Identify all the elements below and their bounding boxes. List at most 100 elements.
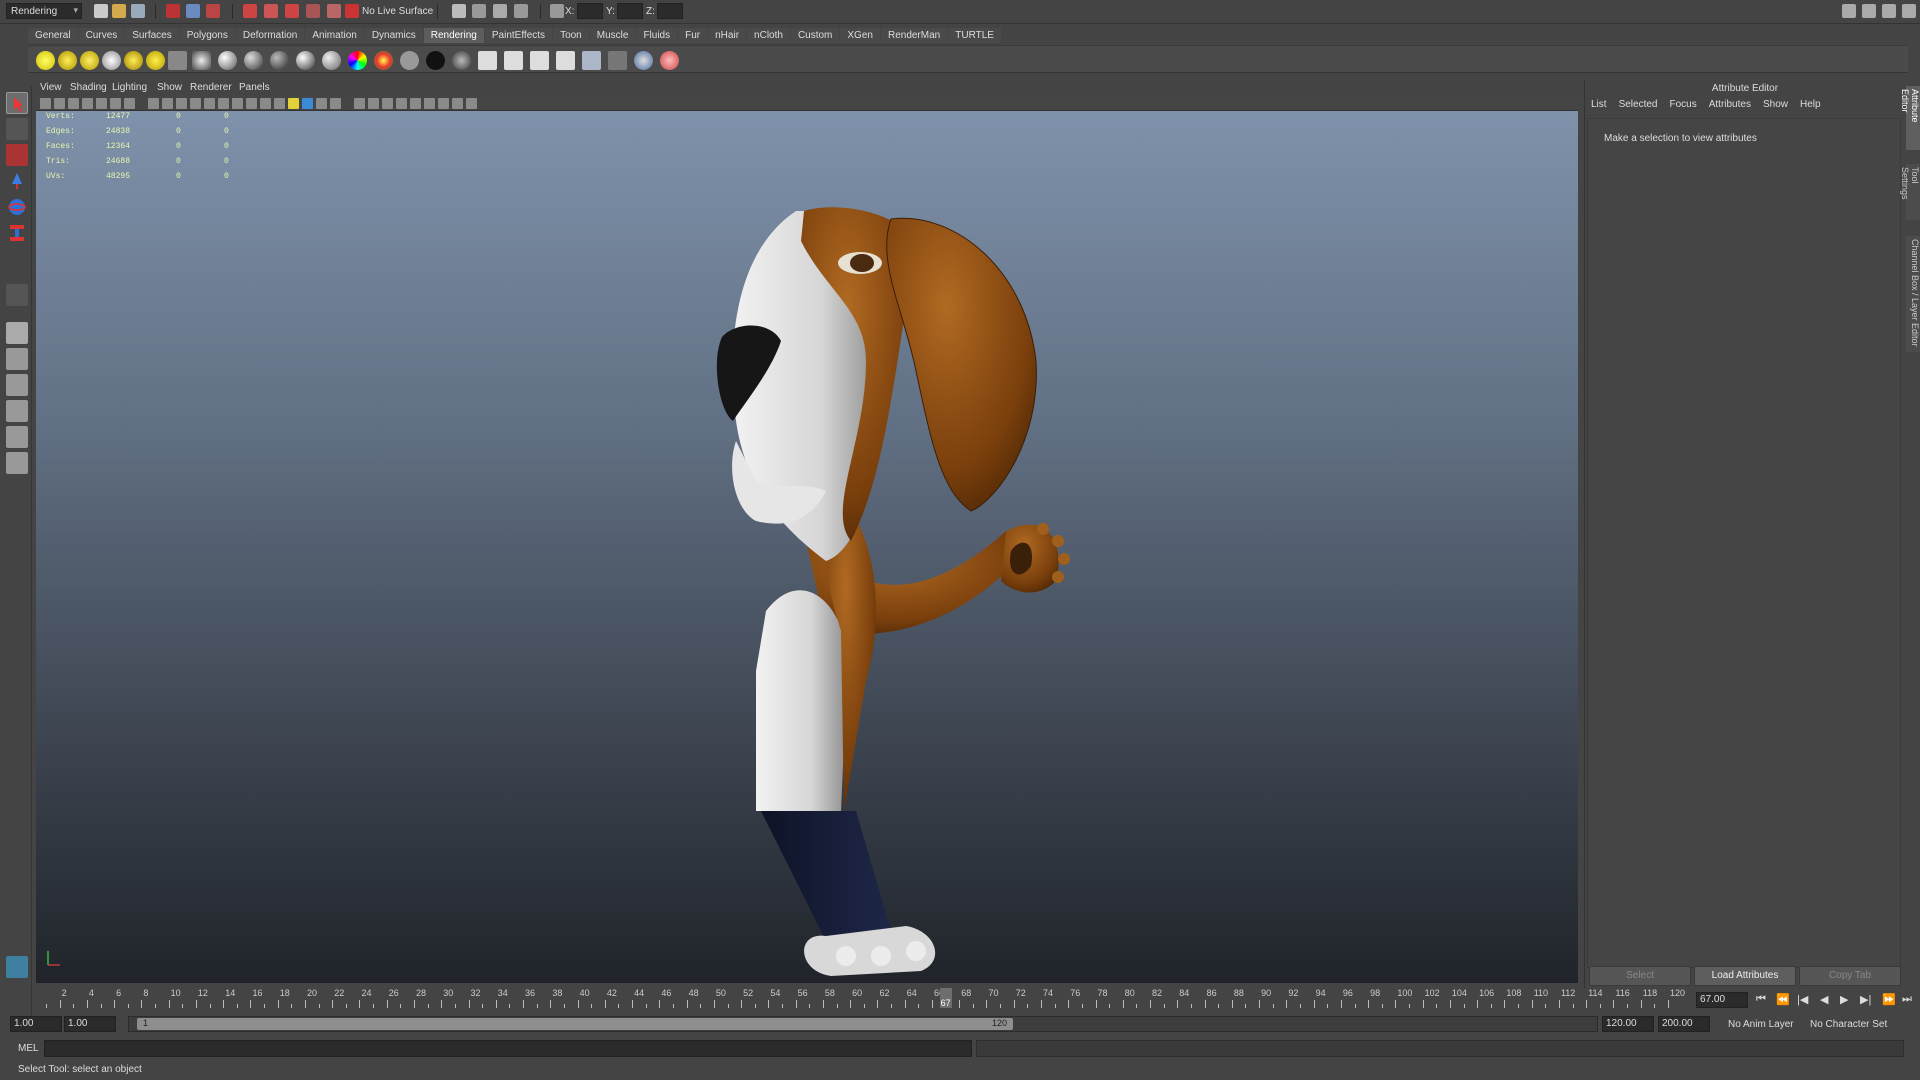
rotate-tool-icon[interactable] [6, 196, 28, 218]
attribute-menu-focus[interactable]: Focus [1669, 99, 1696, 110]
panel-tool-icon[interactable] [410, 98, 421, 109]
play-backwards-icon[interactable]: ◀ [1820, 993, 1828, 1006]
snap-curve-icon[interactable] [264, 4, 278, 18]
snap-point-icon[interactable] [285, 4, 299, 18]
select-object-icon[interactable] [186, 4, 200, 18]
step-forward-key-icon[interactable]: ⏩ [1882, 993, 1896, 1006]
shelf-tab-general[interactable]: General [28, 28, 78, 43]
shelf-tab-rendering[interactable]: Rendering [423, 28, 484, 43]
layout-outliner-icon[interactable] [1862, 4, 1876, 18]
panel-tool-icon[interactable] [368, 98, 379, 109]
paint-select-tool-icon[interactable] [6, 144, 28, 166]
layout-persp-icon[interactable] [1882, 4, 1896, 18]
panel-tool-icon[interactable] [288, 98, 299, 109]
attribute-menu-help[interactable]: Help [1800, 99, 1821, 110]
shelf-tab-ncloth[interactable]: nCloth [747, 28, 790, 43]
layout-four-view-icon[interactable] [6, 348, 28, 370]
panel-menu-shading[interactable]: Shading [70, 82, 107, 93]
ipr-icon[interactable] [556, 51, 575, 70]
start-time-field[interactable]: 1.00 [10, 1016, 62, 1032]
end-time-field[interactable]: 200.00 [1658, 1016, 1710, 1032]
layout-persp-outliner-icon[interactable] [6, 374, 28, 396]
panel-tool-icon[interactable] [148, 98, 159, 109]
shelf-tab-polygons[interactable]: Polygons [179, 28, 235, 43]
load-attributes-button[interactable]: Load Attributes [1694, 966, 1796, 986]
spot-light-icon[interactable] [102, 51, 121, 70]
step-back-key-icon[interactable]: ⏪ [1776, 993, 1790, 1006]
shelf-tab-surfaces[interactable]: Surfaces [125, 28, 179, 43]
select-tool-icon[interactable] [6, 92, 28, 114]
snap-grid-icon[interactable] [243, 4, 257, 18]
make-live-icon[interactable] [327, 4, 341, 18]
time-slider[interactable]: 2 4 6 8 10 12 14 16 18 20 22 24 26 28 30 32 34 36 38 40 42 44… [36, 988, 1736, 1008]
ramp-shader-icon[interactable] [348, 51, 367, 70]
panel-tool-icon[interactable] [124, 98, 135, 109]
volume-light-icon[interactable] [146, 51, 165, 70]
lambert-icon[interactable] [192, 51, 211, 70]
go-to-end-icon[interactable]: ⏭ [1902, 993, 1912, 1006]
x-input[interactable] [577, 3, 603, 19]
surface-shader-icon[interactable] [400, 51, 419, 70]
hypershade-icon[interactable] [478, 51, 497, 70]
layout-hypershade-icon[interactable] [6, 426, 28, 448]
mel-label[interactable]: MEL [18, 1043, 39, 1054]
panel-tool-icon[interactable] [302, 98, 313, 109]
attribute-menu-selected[interactable]: Selected [1619, 99, 1658, 110]
panel-menu-lighting[interactable]: Lighting [112, 82, 147, 93]
shelf-tab-fluids[interactable]: Fluids [636, 28, 678, 43]
ipr-render-icon[interactable] [493, 4, 507, 18]
step-back-frame-icon[interactable]: |◀ [1797, 993, 1808, 1006]
command-input[interactable] [44, 1040, 972, 1057]
panel-tool-icon[interactable] [274, 98, 285, 109]
shelf-tab-fur[interactable]: Fur [678, 28, 708, 43]
use-background-icon[interactable] [426, 51, 445, 70]
range-slider[interactable]: 1 120 [128, 1016, 1598, 1032]
select-button[interactable]: Select [1589, 966, 1691, 986]
panel-tool-icon[interactable] [260, 98, 271, 109]
maya-home-icon[interactable] [6, 956, 28, 978]
layout-single-perspective-icon[interactable] [6, 322, 28, 344]
ambient-light-icon[interactable] [36, 51, 55, 70]
magnet-icon[interactable] [345, 4, 359, 18]
phong-icon[interactable] [244, 51, 263, 70]
panel-tool-icon[interactable] [330, 98, 341, 109]
shelf-tab-dynamics[interactable]: Dynamics [364, 28, 423, 43]
playback-start-field[interactable]: 1.00 [64, 1016, 116, 1032]
move-tool-icon[interactable] [6, 170, 28, 192]
shelf-tab-muscle[interactable]: Muscle [589, 28, 636, 43]
last-tool-icon[interactable] [6, 284, 28, 306]
copy-tab-button[interactable]: Copy Tab [1799, 966, 1901, 986]
directional-light-icon[interactable] [58, 51, 77, 70]
render-frame-icon[interactable] [472, 4, 486, 18]
anisotropic-icon[interactable] [296, 51, 315, 70]
shelf-tab-toon[interactable]: Toon [553, 28, 589, 43]
shelf-tab-deformation[interactable]: Deformation [235, 28, 305, 43]
layered-shader-icon[interactable] [322, 51, 341, 70]
panel-tool-icon[interactable] [316, 98, 327, 109]
shelf-tab-custom[interactable]: Custom [790, 28, 840, 43]
current-frame-marker[interactable]: 67 [939, 988, 952, 1008]
new-scene-icon[interactable] [94, 4, 108, 18]
ocean-shader-icon[interactable] [452, 51, 471, 70]
step-forward-frame-icon[interactable]: ▶| [1860, 993, 1871, 1006]
mental-ray-icon[interactable] [634, 51, 653, 70]
panel-tool-icon[interactable] [68, 98, 79, 109]
shelf-tab-renderman[interactable]: RenderMan [880, 28, 948, 43]
current-time-field[interactable]: 67.00 [1696, 992, 1748, 1008]
panel-tool-icon[interactable] [218, 98, 229, 109]
open-scene-icon[interactable] [112, 4, 126, 18]
menu-set-dropdown[interactable]: Rendering ▾ [6, 3, 82, 19]
scale-tool-icon[interactable] [6, 222, 28, 244]
tab-channel-box[interactable]: Channel Box / Layer Editor [1906, 236, 1920, 352]
panel-tool-icon[interactable] [382, 98, 393, 109]
panel-tool-icon[interactable] [96, 98, 107, 109]
z-input[interactable] [657, 3, 683, 19]
range-slider-handle[interactable]: 1 120 [137, 1018, 1013, 1030]
shelf-tab-animation[interactable]: Animation [305, 28, 364, 43]
play-forwards-icon[interactable]: ▶ [1840, 993, 1848, 1006]
point-light-icon[interactable] [80, 51, 99, 70]
anim-layer-dropdown[interactable]: No Anim Layer [1728, 1019, 1794, 1030]
panel-tool-icon[interactable] [40, 98, 51, 109]
attribute-menu-show[interactable]: Show [1763, 99, 1788, 110]
attribute-menu-attributes[interactable]: Attributes [1709, 99, 1751, 110]
